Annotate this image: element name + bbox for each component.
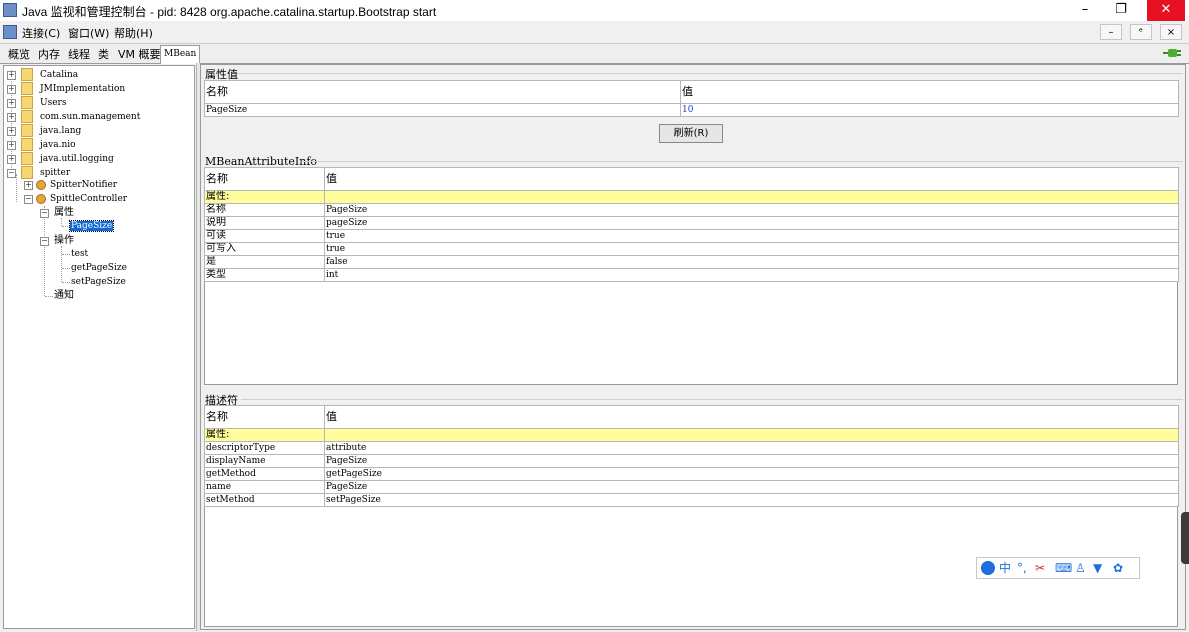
chinese-mode-icon[interactable]: 中: [999, 560, 1011, 576]
column-header-name: 名称: [204, 167, 325, 191]
person-icon[interactable]: ♙: [1075, 560, 1086, 576]
table-row[interactable]: 是 false: [204, 255, 1179, 269]
inner-minimize-button[interactable]: –: [1100, 24, 1122, 40]
java-menu-icon: [3, 25, 17, 39]
scissors-icon[interactable]: ✂: [1035, 560, 1045, 576]
folder-icon: [21, 110, 33, 123]
tab-mbean[interactable]: MBean: [160, 45, 201, 64]
punctuation-icon[interactable]: °,: [1017, 560, 1027, 576]
attribute-value-cell[interactable]: 10: [680, 103, 1179, 117]
connection-plug-icon: [1163, 49, 1181, 57]
folder-icon: [21, 166, 33, 179]
column-header-value: 值: [324, 167, 1179, 191]
group-header: 属性:: [204, 190, 325, 204]
expander-icon[interactable]: +: [7, 113, 16, 122]
expander-icon[interactable]: +: [7, 71, 16, 80]
window-title: Java 监视和管理控制台 - pid: 8428 org.apache.cat…: [22, 5, 437, 19]
folder-icon: [21, 124, 33, 137]
tab-bar: 概览 内存 线程 类 VM 概要 MBean: [0, 44, 1189, 64]
tab-classes[interactable]: 类: [94, 46, 113, 63]
mbean-icon: [36, 194, 46, 204]
column-header-value: 值: [324, 405, 1179, 429]
gear-icon[interactable]: ✿: [1113, 560, 1123, 576]
restore-button[interactable]: ❐: [1103, 0, 1139, 21]
inner-restore-button[interactable]: ᵉ: [1130, 24, 1152, 40]
expander-icon[interactable]: −: [7, 169, 16, 178]
user-icon[interactable]: [981, 561, 995, 575]
column-header-value: 值: [680, 80, 1179, 104]
menu-window[interactable]: 窗口(W): [68, 25, 109, 41]
side-drawer-handle[interactable]: [1181, 512, 1189, 564]
expander-icon[interactable]: +: [7, 85, 16, 94]
expander-icon[interactable]: +: [7, 141, 16, 150]
table-row[interactable]: descriptorType attribute: [204, 441, 1179, 455]
column-header-name: 名称: [204, 405, 325, 429]
ime-toolbar: 中 °, ✂ ⌨ ♙ ▼ ✿: [976, 557, 1140, 579]
tree-node-op-setpagesize[interactable]: setPageSize: [71, 275, 126, 289]
keyboard-icon[interactable]: ⌨: [1055, 560, 1072, 576]
table-row[interactable]: PageSize 10: [204, 103, 1179, 117]
column-header-name: 名称: [204, 80, 681, 104]
folder-icon: [21, 82, 33, 95]
tree-node-pagesize[interactable]: PageSize: [68, 219, 115, 233]
group-header: 属性:: [204, 428, 325, 442]
table-row[interactable]: 可写入 true: [204, 242, 1179, 256]
attribute-info-table: 名称 值 属性: 名称 PageSize 说明 pageSize 可读 true 可写入 tr…: [204, 167, 1179, 282]
shirt-icon[interactable]: ▼: [1093, 560, 1102, 576]
folder-icon: [21, 96, 33, 109]
folder-icon: [21, 68, 33, 81]
menu-bar: 连接(C) 窗口(W) 帮助(H): [0, 21, 1189, 44]
table-row[interactable]: getMethod getPageSize: [204, 467, 1179, 481]
expander-icon[interactable]: +: [7, 127, 16, 136]
expander-icon[interactable]: +: [7, 99, 16, 108]
table-row[interactable]: setMethod setPageSize: [204, 493, 1179, 507]
java-app-icon: [3, 3, 17, 17]
table-row[interactable]: displayName PageSize: [204, 454, 1179, 468]
mbean-tree: + Catalina + JMImplementation + Users + com.sun…: [3, 65, 195, 629]
refresh-button[interactable]: 刷新(R): [659, 124, 723, 143]
table-row[interactable]: name PageSize: [204, 480, 1179, 494]
descriptor-table: 名称 值 属性: descriptorType attribute displayN…: [204, 405, 1179, 507]
minimize-button[interactable]: –: [1067, 0, 1103, 21]
tab-vm-summary[interactable]: VM 概要: [114, 46, 165, 63]
attribute-values-table: 名称 值 PageSize 10: [204, 80, 1179, 117]
tab-overview[interactable]: 概览: [4, 46, 34, 63]
inner-close-button[interactable]: ×: [1160, 24, 1182, 40]
table-row[interactable]: 类型 int: [204, 268, 1179, 282]
folder-icon: [21, 138, 33, 151]
tree-node-notifications[interactable]: 通知: [54, 289, 74, 303]
title-bar: Java 监视和管理控制台 - pid: 8428 org.apache.cat…: [0, 0, 1189, 22]
tab-threads[interactable]: 线程: [64, 46, 94, 63]
expander-icon[interactable]: +: [7, 155, 16, 164]
menu-connection[interactable]: 连接(C): [22, 25, 60, 41]
mbean-detail-panel: 属性值 名称 值 PageSize 10 刷新(R) MBeanAttribut…: [200, 64, 1186, 630]
mbean-icon: [36, 180, 46, 190]
table-row[interactable]: 名称 PageSize: [204, 203, 1179, 217]
tab-memory[interactable]: 内存: [34, 46, 64, 63]
table-row[interactable]: 说明 pageSize: [204, 216, 1179, 230]
close-button[interactable]: ✕: [1147, 0, 1185, 21]
table-row[interactable]: 可读 true: [204, 229, 1179, 243]
menu-help[interactable]: 帮助(H): [114, 25, 153, 41]
tree-node-op-test[interactable]: test: [71, 247, 88, 261]
folder-icon: [21, 152, 33, 165]
tree-node-op-getpagesize[interactable]: getPageSize: [71, 261, 127, 275]
